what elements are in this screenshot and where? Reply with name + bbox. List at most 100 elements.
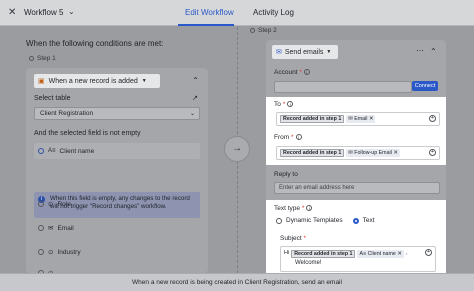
text-field-icon: A≡ xyxy=(48,148,56,154)
tab-edit-workflow[interactable]: Edit Workflow xyxy=(185,8,234,17)
field-chip[interactable]: A≡ Client name ✕ xyxy=(357,250,404,258)
field-option-label: Email xyxy=(57,224,74,232)
connect-button[interactable]: Connect xyxy=(412,81,438,91)
to-input[interactable]: Record added in step 1 ✉ Email ✕ + xyxy=(276,112,440,126)
radio-icon xyxy=(38,225,44,231)
email-icon: ✉ xyxy=(48,225,54,232)
workflow-summary-caption: When a new record is being created in Cl… xyxy=(0,273,474,291)
table-select[interactable]: Client Registration ⌄ xyxy=(34,107,200,120)
step-1-label: Step 1 xyxy=(29,55,56,62)
step-dot-icon xyxy=(29,56,34,61)
content-panel: Text type * i Dynamic Templates Text Subj… xyxy=(266,200,446,273)
radio-dynamic-templates[interactable] xyxy=(276,217,282,224)
trigger-type-dropdown[interactable]: ▣ When a new record is added ▼ xyxy=(34,74,160,88)
collapse-chevron-icon[interactable]: ⌃ xyxy=(192,76,199,85)
info-icon[interactable]: i xyxy=(303,69,310,76)
caret-down-icon: ▼ xyxy=(326,49,332,55)
action-type-dropdown[interactable]: ✉ Send emails ▼ xyxy=(272,45,338,59)
info-icon[interactable]: i xyxy=(295,134,302,141)
close-icon[interactable]: ✕ xyxy=(8,7,16,19)
trigger-type-label: When a new record is added xyxy=(48,77,138,85)
radio-text[interactable] xyxy=(352,217,359,224)
step-2-label: Step 2 xyxy=(250,27,277,34)
radio-icon xyxy=(38,249,44,255)
subject-label-text: Subject xyxy=(280,235,302,242)
open-table-icon[interactable]: ↗ xyxy=(192,94,198,102)
field-chip-label: Email xyxy=(354,116,368,122)
more-options-icon[interactable]: ⋯ xyxy=(416,46,424,55)
text-type-radio-group: Dynamic Templates Text xyxy=(276,217,375,224)
single-option-icon: ⊙ xyxy=(48,249,54,256)
chevron-down-icon: ⌄ xyxy=(189,111,195,117)
envelope-icon: ✉ xyxy=(276,49,282,56)
text-field-icon: A≡ xyxy=(359,251,367,257)
field-option-industry[interactable]: ⊙ Industry xyxy=(34,244,200,260)
radio-icon xyxy=(38,201,44,207)
action-type-label: Send emails xyxy=(284,48,324,56)
collapse-chevron-icon[interactable]: ⌃ xyxy=(430,47,437,56)
record-chip: Record added in step 1 xyxy=(291,250,356,258)
top-bar: ✕ Workflow 5 ⌄ Edit Workflow Activity Lo… xyxy=(0,0,474,26)
account-label: Account * i xyxy=(274,69,310,76)
action-pane: Step 2 ✉ Send emails ▼ ⋯ ⌃ Account * i Co… xyxy=(250,27,446,280)
field-option-label: Client name xyxy=(59,147,95,155)
select-table-label: Select table xyxy=(34,95,71,102)
email-icon: ✉ xyxy=(348,150,353,156)
info-icon[interactable]: i xyxy=(306,205,313,212)
reply-to-input[interactable]: Enter an email address here xyxy=(274,182,440,194)
step-1-text: Step 1 xyxy=(37,55,56,62)
field-condition-label: And the selected field is not empty xyxy=(34,130,141,137)
account-select[interactable] xyxy=(274,81,412,93)
field-option-label: Industry xyxy=(57,248,81,256)
from-label-text: From xyxy=(274,134,290,141)
single-option-icon: ⊙ xyxy=(48,201,54,208)
radio-dynamic-templates-label: Dynamic Templates xyxy=(286,217,343,224)
text-type-label: Text type * i xyxy=(274,205,313,212)
record-chip: Record added in step 1 xyxy=(280,115,345,123)
subject-input[interactable]: Hi Record added in step 1 A≡ Client name… xyxy=(280,246,436,272)
field-option-client-name[interactable]: A≡ Client name xyxy=(34,143,200,159)
field-chip[interactable]: ✉ Follow-up Email ✕ xyxy=(346,149,400,157)
add-icon[interactable]: + xyxy=(429,115,436,122)
active-tab-indicator xyxy=(178,24,234,26)
trigger-pane: When the following conditions are met: S… xyxy=(0,27,230,277)
reply-to-label: Reply to xyxy=(274,171,298,178)
account-label-text: Account xyxy=(274,69,298,76)
from-label: From * i xyxy=(274,134,302,141)
arrow-right-icon: → xyxy=(224,136,250,162)
caret-down-icon: ▼ xyxy=(141,78,147,84)
recipients-panel: To * i Record added in step 1 ✉ Email ✕ +… xyxy=(266,97,446,165)
field-option-email[interactable]: ✉ Email xyxy=(34,220,200,236)
field-option-role[interactable]: ⊙ Role xyxy=(34,196,200,212)
workflow-title[interactable]: Workflow 5 xyxy=(24,8,63,17)
subject-line-2: Welcome! xyxy=(295,260,322,266)
radio-text-label: Text xyxy=(362,217,375,224)
step-dot-icon xyxy=(250,28,255,33)
field-chip[interactable]: ✉ Email ✕ xyxy=(346,115,376,123)
to-label: To * i xyxy=(274,101,294,108)
subject-suffix: , xyxy=(405,250,408,256)
add-icon[interactable]: + xyxy=(429,149,436,156)
conditions-heading: When the following conditions are met: xyxy=(26,39,164,48)
info-icon[interactable]: i xyxy=(287,101,294,108)
remove-chip-icon[interactable]: ✕ xyxy=(393,150,397,156)
field-chip-label: Follow-up Email xyxy=(354,150,392,156)
record-chip: Record added in step 1 xyxy=(280,149,345,157)
chevron-down-icon[interactable]: ⌄ xyxy=(68,7,75,16)
text-type-label-text: Text type xyxy=(274,205,301,212)
reply-to-placeholder: Enter an email address here xyxy=(279,185,355,191)
remove-chip-icon[interactable]: ✕ xyxy=(369,116,373,122)
step-2-text: Step 2 xyxy=(258,27,277,34)
record-added-icon: ▣ xyxy=(38,78,45,85)
field-option-label: Role xyxy=(57,200,71,208)
tab-activity-log[interactable]: Activity Log xyxy=(253,8,294,17)
remove-chip-icon[interactable]: ✕ xyxy=(397,251,401,257)
field-chip-label: Client name xyxy=(367,251,396,257)
trigger-card: ▣ When a new record is added ▼ ⌃ Select … xyxy=(26,68,208,273)
from-input[interactable]: Record added in step 1 ✉ Follow-up Email… xyxy=(276,146,440,160)
radio-icon xyxy=(38,148,44,154)
email-icon: ✉ xyxy=(348,116,353,122)
table-select-value: Client Registration xyxy=(40,110,94,117)
subject-label: Subject * xyxy=(280,235,307,242)
add-icon[interactable]: + xyxy=(425,249,432,256)
